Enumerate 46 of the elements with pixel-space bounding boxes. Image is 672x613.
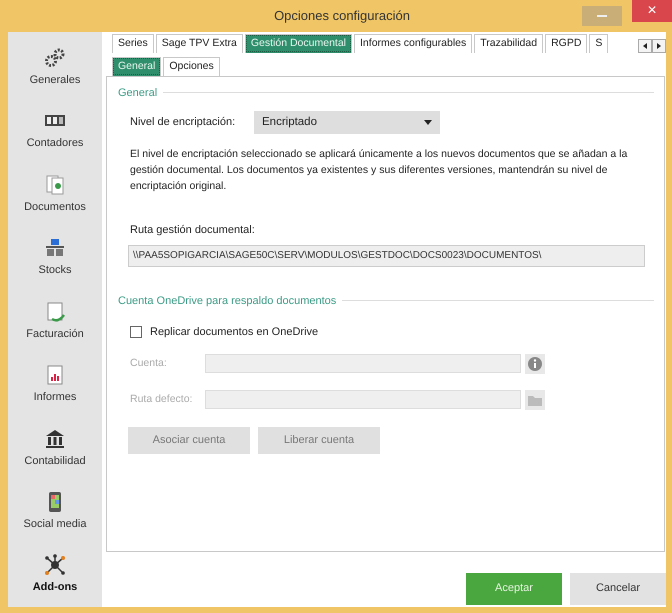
tab[interactable]: Informes configurables [354, 34, 472, 53]
input-field[interactable] [205, 390, 521, 409]
tab[interactable]: General [112, 56, 162, 76]
section-heading: Cuenta OneDrive para respaldo documentos [118, 292, 654, 309]
caret-icon [424, 120, 432, 125]
field-label: Ruta defecto: [130, 392, 194, 407]
sidebar-item[interactable]: Contadores [8, 99, 102, 163]
right-arrow-icon [656, 42, 662, 50]
checkbox-label: Replicar documentos en OneDrive [150, 325, 318, 340]
scroll-left-button[interactable] [638, 38, 652, 53]
info-icon [525, 354, 545, 374]
tab[interactable]: Gestión Documental [244, 34, 352, 53]
sidebar-item[interactable]: Facturación [8, 290, 102, 354]
sidebar-item[interactable]: Stocks [8, 226, 102, 290]
sidebar-item[interactable]: Social media [8, 480, 102, 544]
info-paragraph: El nivel de encriptación seleccionado se aplicará únicamente a los nuevos documentos que se añadan a la gestión documental. Los documentos ya existentes y sus diferentes versiones, mantendrán su nivel de encriptación original. [130, 147, 628, 194]
network-nodes-icon [44, 554, 66, 576]
tab[interactable]: Opciones [163, 56, 220, 76]
tab[interactable]: Series [112, 34, 154, 53]
minimize-icon [597, 14, 607, 18]
sidebar-item[interactable]: Generales [8, 36, 102, 100]
sidebar-item[interactable]: Informes [8, 353, 102, 417]
input-field[interactable] [205, 354, 521, 373]
encryption-dropdown[interactable]: Encriptado [254, 111, 440, 134]
field-label: Cuenta: [130, 356, 168, 371]
tab[interactable]: RGPD [545, 34, 588, 53]
tab[interactable]: Sage TPV Extra [156, 34, 243, 53]
sidebar-item[interactable]: Documentos [8, 162, 102, 226]
gears-icon [44, 46, 66, 69]
tab[interactable]: S [589, 34, 608, 53]
section-heading: General [118, 84, 654, 101]
sidebar-item[interactable]: Contabilidad [8, 416, 102, 480]
field-label: Nivel de encriptación: [130, 115, 236, 130]
close-button[interactable]: × [632, 0, 672, 22]
cancel-button[interactable]: Cancelar [570, 572, 666, 604]
left-arrow-icon [642, 42, 648, 50]
field-label: Ruta gestión documental: [130, 223, 256, 238]
bank-icon [44, 428, 66, 450]
tab[interactable]: Trazabilidad [474, 34, 544, 53]
path-field: \\PAA5SOPIGARCIA\SAGE50C\SERV\MODULOS\GESTDOC\DOCS0023\DOCUMENTOS\ [128, 244, 645, 266]
folder-icon [525, 390, 545, 410]
checkbox[interactable] [130, 326, 142, 338]
documents-icon [44, 174, 66, 196]
scroll-right-button[interactable] [652, 38, 666, 53]
sidebar-item[interactable]: Add-ons [8, 544, 102, 607]
window-title: Opciones configuración [273, 7, 411, 26]
